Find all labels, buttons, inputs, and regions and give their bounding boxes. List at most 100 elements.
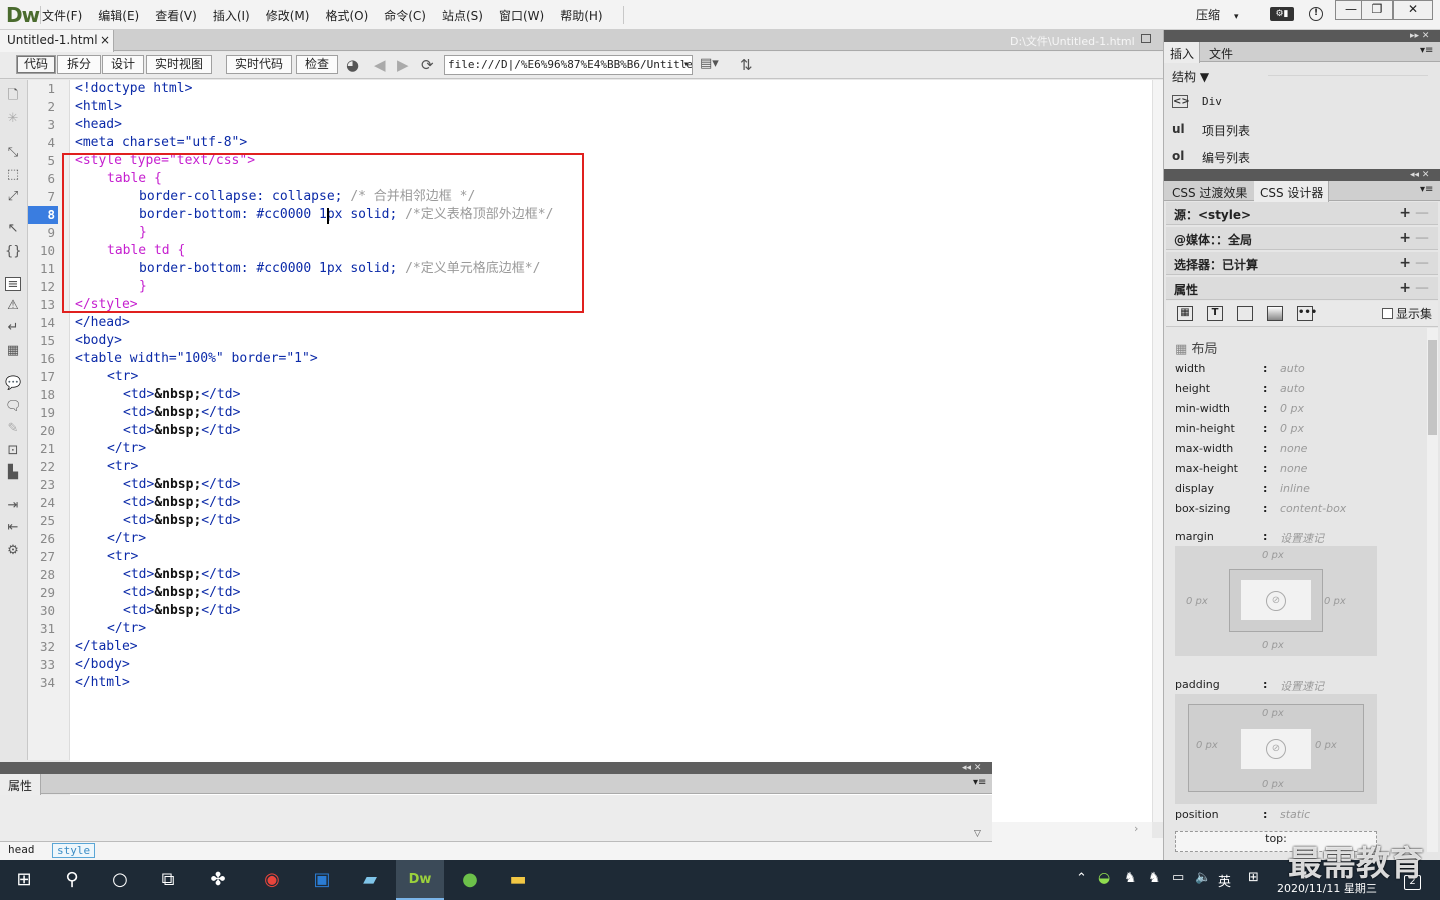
apply-comment-icon[interactable]: 💬 [5,377,21,391]
code-line[interactable]: </body> [75,656,130,674]
expand-panel-icon[interactable]: ▽ [974,829,981,839]
property-value[interactable]: auto [1280,382,1305,395]
menu-help[interactable]: 帮助(H) [560,7,602,24]
ime-mode-icon[interactable]: ⊞ [1248,870,1259,885]
editor-scrollbar[interactable] [1152,80,1163,822]
qq-icon[interactable]: ♞ [1148,870,1161,886]
code-line[interactable]: <head> [75,116,122,134]
link-icon[interactable]: ⊘ [1266,591,1286,611]
close-tab-icon[interactable]: × [100,33,110,47]
code-line[interactable]: <tr> [107,458,138,476]
move-css-icon[interactable]: ▙ [5,466,21,480]
sort-arrows-icon[interactable]: ⇅ [740,56,753,74]
code-line[interactable]: <td>&nbsp;</td> [123,584,240,602]
remove-icon[interactable]: — [1415,230,1429,246]
code-line[interactable]: <td>&nbsp;</td> [123,386,240,404]
menu-file[interactable]: 文件(F) [42,7,82,24]
balance-braces-icon[interactable]: {} [5,245,22,259]
scrollbar-thumb[interactable] [1428,340,1437,435]
address-bar[interactable]: file:///D|/%E6%96%87%E4%BB%B6/Untitled ▾ [444,55,693,75]
split-view-button[interactable]: 拆分 [57,55,101,74]
tab-files[interactable]: 文件 [1203,42,1238,63]
outdent-code-icon[interactable]: ⇤ [5,521,21,535]
property-value[interactable]: 0 px [1280,402,1304,415]
padding-left-value[interactable]: 0 px [1196,740,1218,751]
code-line[interactable]: <td>&nbsp;</td> [123,566,240,584]
code-line[interactable]: <td>&nbsp;</td> [123,602,240,620]
code-line[interactable]: </head> [75,314,130,332]
line-numbers-icon[interactable]: ≡ [5,277,21,292]
collapse-panel-icon[interactable]: ◂◂ ✕ [1410,170,1429,180]
task-view-icon[interactable]: ⧉ [144,860,192,900]
restore-document-icon[interactable] [1141,34,1151,43]
insert-category-select[interactable]: 结构 ▼ [1172,68,1209,85]
position-value[interactable]: static [1280,808,1310,821]
padding-shorthand[interactable]: 设置速记 [1280,678,1324,694]
padding-top-value[interactable]: 0 px [1262,708,1284,719]
panel-menu-icon[interactable]: ▾≡ [1420,184,1433,195]
live-view-button[interactable]: 实时视图 [146,55,212,74]
cortana-icon[interactable]: ○ [96,860,144,900]
margin-bottom-value[interactable]: 0 px [1262,640,1284,651]
forward-arrow-icon[interactable]: ▶ [397,56,409,74]
document-tab[interactable]: Untitled-1.html × [0,30,114,52]
selectors-section[interactable]: 选择器：已计算 + — [1166,252,1438,275]
tab-css-transitions[interactable]: CSS 过渡效果 [1166,181,1252,202]
search-icon[interactable]: ⚲ [48,860,96,900]
chrome-icon[interactable]: ◉ [248,860,296,900]
background-category-icon[interactable] [1267,306,1283,321]
tab-css-designer[interactable]: CSS 设计器 [1254,181,1330,202]
property-value[interactable]: none [1280,442,1307,455]
remove-icon[interactable]: — [1415,205,1429,221]
windows-start-icon[interactable]: ⊞ [0,860,48,900]
chevron-right-icon[interactable]: › [1134,822,1138,835]
add-icon[interactable]: + [1399,255,1411,271]
margin-shorthand[interactable]: 设置速记 [1280,530,1324,546]
insert-ul-item[interactable]: ul 项目列表 [1172,122,1250,139]
collapse-panel-icon[interactable]: ▸▸ ✕ [1410,31,1429,41]
workspace-switcher[interactable]: 压缩 ▾ [1196,6,1239,23]
padding-bottom-value[interactable]: 0 px [1262,779,1284,790]
collapse-selection-icon[interactable]: ⬚ [5,168,21,182]
more-category-icon[interactable]: ••• [1297,306,1317,321]
design-view-button[interactable]: 设计 [102,55,144,74]
syntax-coloring-icon[interactable]: ▦ [5,344,21,358]
property-value[interactable]: auto [1280,362,1305,375]
remove-comment-icon[interactable]: 🗨 [5,400,22,414]
indent-code-icon[interactable]: ⇥ [5,499,21,513]
wechat-icon[interactable]: ◒ [1098,870,1110,886]
code-line[interactable]: <td>&nbsp;</td> [123,494,240,512]
insert-div-item[interactable]: <> Div [1172,95,1222,108]
link-icon[interactable]: ⊘ [1266,739,1286,759]
visual-aids-icon[interactable]: ▤▾ [700,56,719,71]
property-value[interactable]: 0 px [1280,422,1304,435]
media-section[interactable]: @媒体：：全局 + — [1166,227,1438,250]
padding-right-value[interactable]: 0 px [1315,740,1337,751]
properties-tab[interactable]: 属性 [0,774,41,795]
add-icon[interactable]: + [1399,205,1411,221]
border-category-icon[interactable] [1237,306,1253,321]
tab-insert[interactable]: 插入 [1164,42,1201,63]
insert-ol-item[interactable]: ol 编号列表 [1172,149,1250,166]
property-value[interactable]: content-box [1280,502,1346,515]
text-category-icon[interactable]: T [1207,306,1223,321]
live-code-button[interactable]: 实时代码 [226,55,292,74]
file-management-icon[interactable]: ✳ [5,112,21,126]
collapse-panel-icon[interactable]: ◂◂ ✕ [962,763,981,773]
panel-menu-icon[interactable]: ▾≡ [973,777,986,788]
recent-snippets-icon[interactable]: ⊡ [5,444,21,458]
menu-format[interactable]: 格式(O) [325,7,368,24]
notepad-icon[interactable]: ▰ [346,860,394,900]
select-parent-tag-icon[interactable]: ↖ [5,222,21,236]
network-icon[interactable]: ▭ [1172,870,1184,885]
remove-icon[interactable]: — [1415,255,1429,271]
add-icon[interactable]: + [1399,230,1411,246]
code-line[interactable]: <td>&nbsp;</td> [123,476,240,494]
menu-commands[interactable]: 命令(C) [384,7,426,24]
file-explorer-icon[interactable]: ▬ [494,860,542,900]
dreamweaver-taskbar-icon[interactable]: Dw [396,860,444,900]
highlight-invalid-code-icon[interactable]: ⚠ [5,299,21,313]
word-wrap-icon[interactable]: ↵ [5,321,21,335]
code-line[interactable]: <td>&nbsp;</td> [123,422,240,440]
code-line[interactable]: <tr> [107,548,138,566]
